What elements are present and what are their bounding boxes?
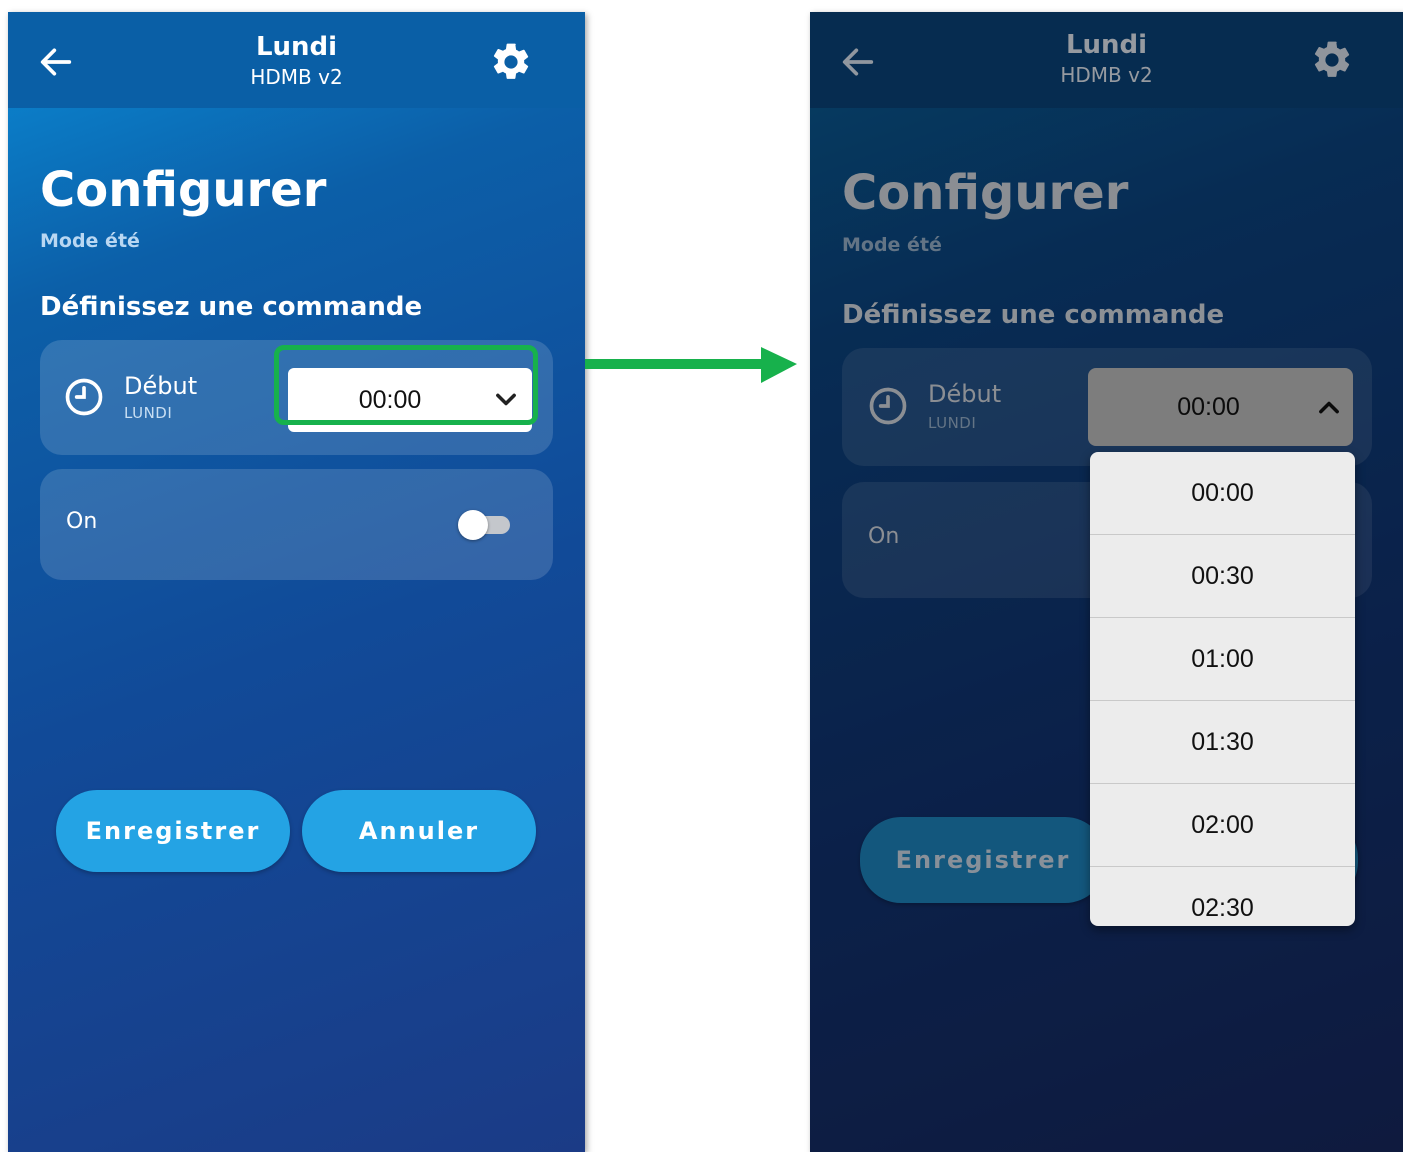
- page-title: Configurer: [842, 165, 1129, 221]
- cancel-button[interactable]: Annuler: [302, 790, 536, 872]
- mode-label: Mode été: [40, 230, 140, 252]
- mode-label: Mode été: [842, 234, 942, 256]
- on-label: On: [66, 509, 98, 534]
- dropdown-option[interactable]: 00:30: [1090, 535, 1355, 618]
- start-time-card: Début LUNDI 00:00: [40, 340, 553, 455]
- start-day: LUNDI: [124, 404, 173, 422]
- screen-after: Lundi HDMB v2 Configurer Mode été Défini…: [810, 12, 1403, 1152]
- clock-icon: [869, 387, 907, 425]
- screen-before: Lundi HDMB v2 Configurer Mode été Défini…: [8, 12, 585, 1152]
- on-card: On: [40, 469, 553, 580]
- app-header: Lundi HDMB v2: [8, 12, 585, 108]
- start-time-card: Début LUNDI 00:00: [842, 348, 1372, 466]
- save-button[interactable]: Enregistrer: [56, 790, 290, 872]
- dropdown-option[interactable]: 02:00: [1090, 784, 1355, 867]
- on-toggle[interactable]: [458, 508, 514, 540]
- start-time-select[interactable]: 00:00: [1088, 368, 1353, 446]
- dropdown-option[interactable]: 01:00: [1090, 618, 1355, 701]
- start-time-value: 00:00: [358, 385, 422, 414]
- section-title: Définissez une commande: [40, 292, 423, 322]
- start-label: Début: [928, 380, 1002, 408]
- toggle-knob: [458, 510, 488, 540]
- start-time-select[interactable]: 00:00: [288, 368, 532, 432]
- dropdown-option[interactable]: 00:00: [1090, 452, 1355, 535]
- clock-icon: [65, 378, 103, 416]
- chevron-up-icon: [1319, 401, 1339, 414]
- start-time-value: 00:00: [1177, 392, 1240, 421]
- app-header: Lundi HDMB v2: [810, 12, 1403, 108]
- start-day: LUNDI: [928, 414, 977, 432]
- gear-icon[interactable]: [1310, 38, 1354, 82]
- section-title: Définissez une commande: [842, 300, 1225, 330]
- save-button[interactable]: Enregistrer: [860, 817, 1106, 903]
- transition-arrow-icon: [585, 347, 797, 383]
- start-label: Début: [124, 372, 198, 400]
- dropdown-option[interactable]: 01:30: [1090, 701, 1355, 784]
- dropdown-option[interactable]: 02:30: [1090, 867, 1355, 926]
- on-label: On: [868, 524, 900, 549]
- time-dropdown-list[interactable]: 00:00 00:30 01:00 01:30 02:00 02:30: [1090, 452, 1355, 926]
- gear-icon[interactable]: [489, 40, 533, 84]
- chevron-down-icon: [496, 393, 516, 406]
- page-title: Configurer: [40, 162, 327, 218]
